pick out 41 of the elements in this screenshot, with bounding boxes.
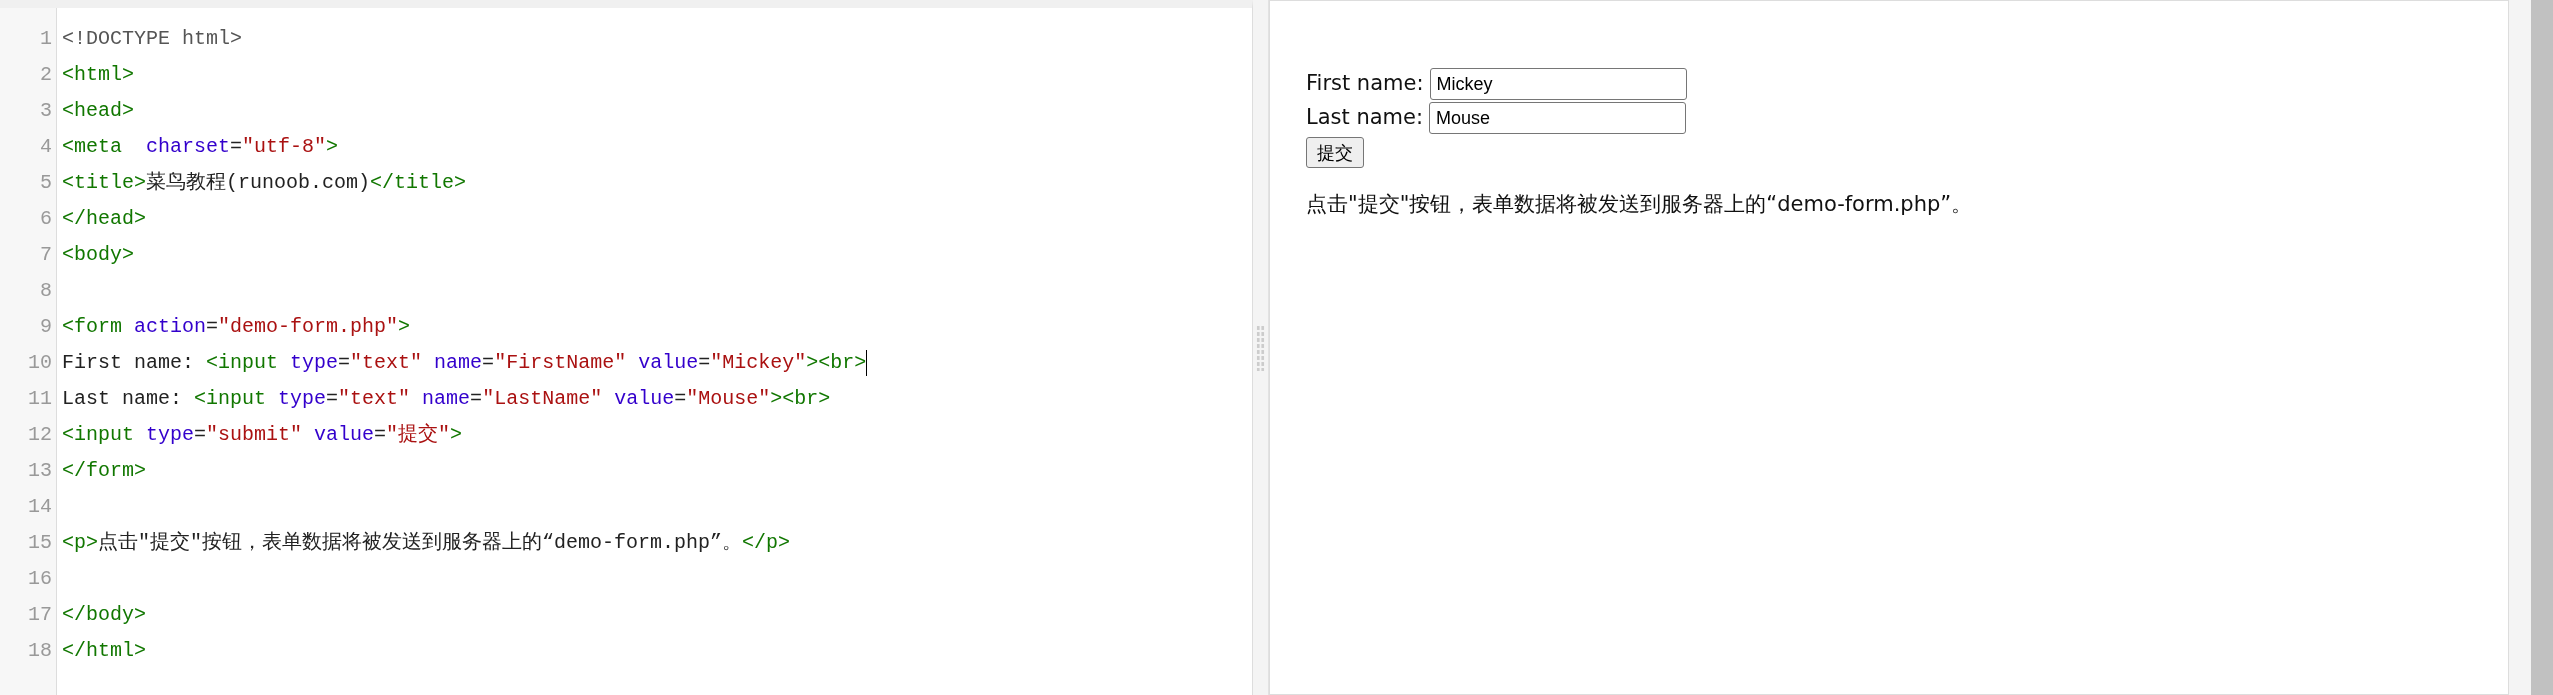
field-label: Last name: (1306, 104, 1424, 132)
line-number: 3 (39, 98, 53, 124)
line-number: 12 (27, 422, 53, 448)
line-number: 15 (27, 530, 53, 556)
code-line: </head> (62, 206, 146, 232)
code-line: <body> (62, 242, 134, 268)
line-number: 4 (39, 134, 53, 160)
code-line: <!DOCTYPE html> (62, 26, 243, 52)
line-number: 6 (39, 206, 53, 232)
code-line: <input type="submit" value="提交"> (62, 422, 463, 448)
line-number: 5 (39, 170, 53, 196)
grip-icon (1256, 324, 1265, 371)
code-line: </html> (62, 638, 146, 664)
code-line: <form action="demo-form.php"> (62, 314, 411, 340)
submit-button[interactable]: 提交 (1306, 137, 1364, 168)
code-line: <html> (62, 62, 134, 88)
line-number: 2 (39, 62, 53, 88)
line-number: 11 (27, 386, 53, 412)
line-number: 14 (27, 494, 53, 520)
code-line: <title>菜鸟教程(runoob.com)</title> (62, 170, 467, 196)
line-number: 13 (27, 458, 53, 484)
code-line: First name: <input type="text" name="FirstName" value="Mickey"><br> (62, 350, 867, 376)
line-number: 9 (39, 314, 53, 340)
line-number: 16 (27, 566, 53, 592)
scrollbar-thumb[interactable] (2531, 0, 2553, 695)
paragraph-text: 点击"提交"按钮，表单数据将被发送到服务器上的“demo-form.php”。 (1306, 190, 1974, 218)
code-line: <meta charset="utf-8"> (62, 134, 339, 160)
input-field[interactable]: Mickey (1429, 68, 1687, 100)
code-line: <head> (62, 98, 134, 124)
line-number: 7 (39, 242, 53, 268)
line-number: 8 (39, 278, 53, 304)
code-line: </body> (62, 602, 146, 628)
code-line: Last name: <input type="text" name="LastName" value="Mouse"><br> (62, 386, 831, 412)
line-number: 1 (39, 26, 53, 52)
line-number: 17 (27, 602, 53, 628)
line-number: 18 (27, 638, 53, 664)
line-number: 10 (27, 350, 53, 376)
code-line: <p>点击"提交"按钮，表单数据将被发送到服务器上的“demo-form.php”。</p> (62, 530, 791, 556)
code-line: </form> (62, 458, 146, 484)
field-label: First name: (1306, 70, 1424, 98)
input-field[interactable]: Mouse (1429, 102, 1687, 134)
